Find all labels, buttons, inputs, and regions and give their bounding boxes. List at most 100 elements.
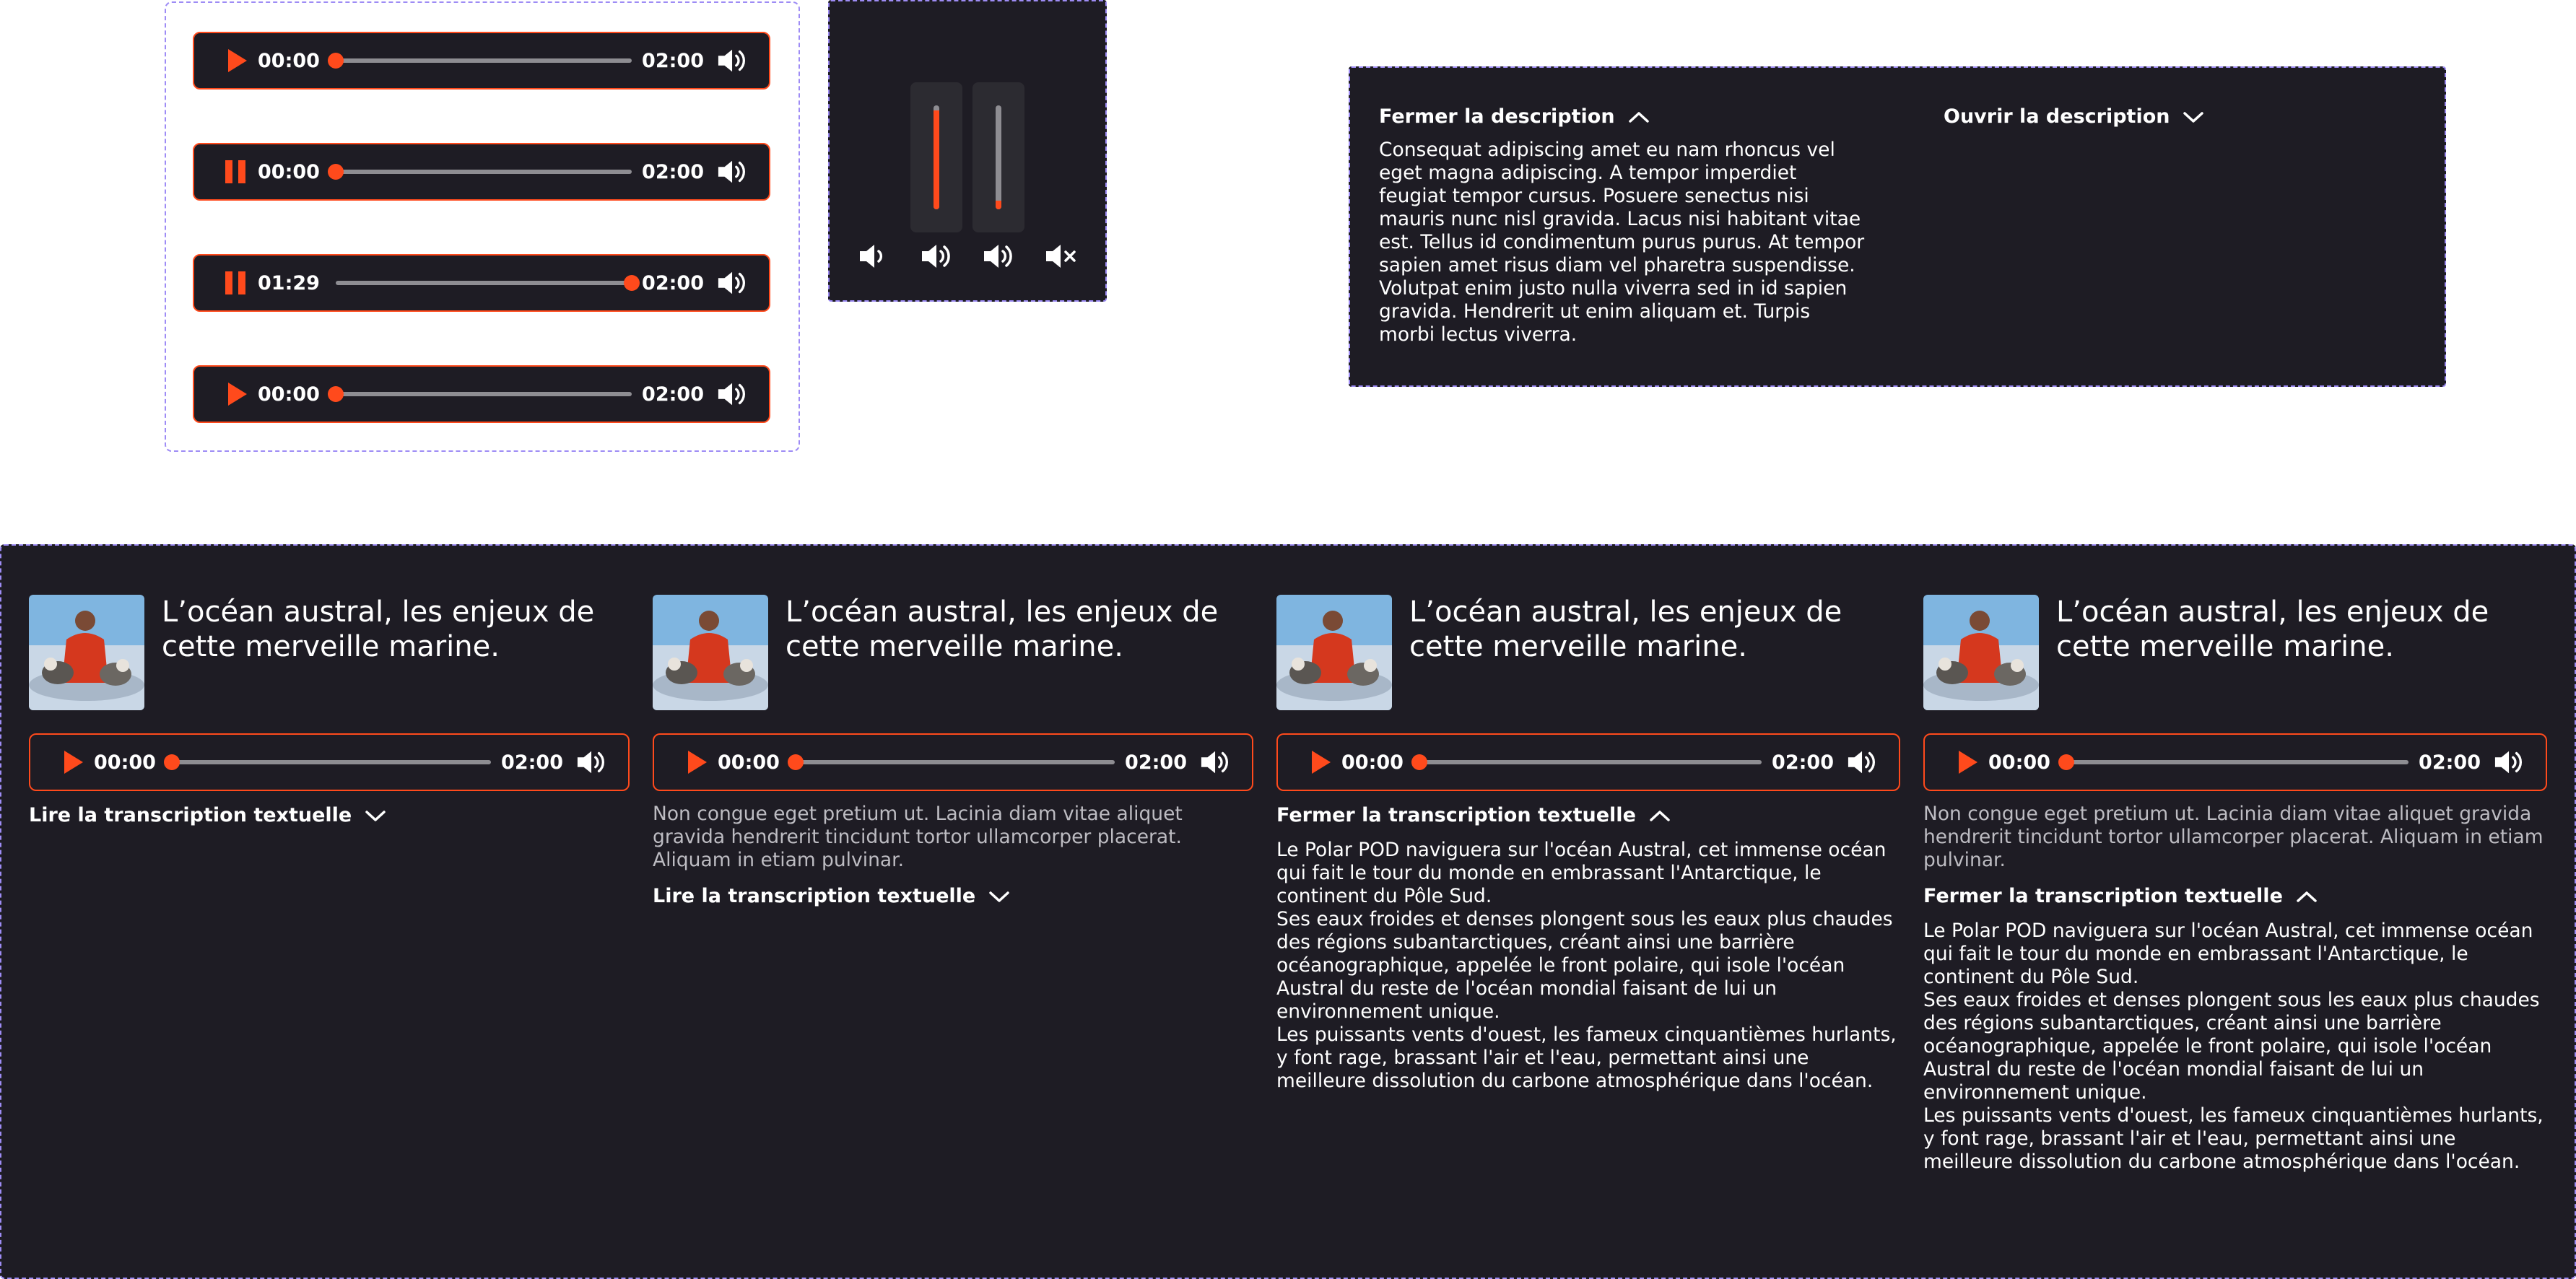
duration: 02:00 bbox=[501, 751, 563, 774]
volume-icon bbox=[717, 157, 749, 186]
seek-bar[interactable] bbox=[327, 53, 632, 69]
pause-icon bbox=[225, 160, 245, 183]
volume-icon bbox=[576, 748, 608, 777]
volume-button[interactable] bbox=[717, 157, 749, 186]
seek-handle[interactable] bbox=[327, 53, 344, 69]
seek-handle[interactable] bbox=[327, 386, 344, 402]
transcript-toggle-button[interactable]: Fermer la transcription textuelle bbox=[1923, 885, 2318, 907]
volume-button[interactable] bbox=[1200, 748, 1232, 777]
volume-button[interactable] bbox=[1847, 748, 1879, 777]
volume-button[interactable] bbox=[717, 269, 749, 297]
seek-bar[interactable] bbox=[163, 754, 492, 770]
transcript-text: Le Polar POD naviguera sur l'océan Austr… bbox=[1923, 920, 2544, 1173]
pause-button[interactable] bbox=[223, 160, 248, 184]
podcast-thumbnail bbox=[1923, 595, 2039, 710]
volume-icon bbox=[1200, 748, 1232, 777]
seek-bar[interactable] bbox=[2058, 754, 2409, 770]
duration: 02:00 bbox=[642, 160, 704, 183]
duration: 02:00 bbox=[1772, 751, 1834, 774]
volume-low-icon[interactable] bbox=[856, 237, 895, 276]
seek-handle[interactable] bbox=[327, 164, 344, 180]
volume-track bbox=[996, 105, 1001, 209]
open-description-label: Ouvrir la description bbox=[1944, 105, 2170, 128]
play-icon bbox=[688, 751, 707, 774]
play-button[interactable] bbox=[1954, 750, 1978, 774]
chevron-down-icon bbox=[365, 810, 386, 821]
audio-player: 00:00 02:00 bbox=[193, 32, 770, 90]
seek-bar[interactable] bbox=[1411, 754, 1762, 770]
volume-button[interactable] bbox=[2494, 748, 2525, 777]
close-description-button[interactable]: Fermer la description bbox=[1379, 105, 1650, 128]
audio-player: 00:00 02:00 bbox=[1276, 733, 1900, 791]
transcript-text: Le Polar POD naviguera sur l'océan Austr… bbox=[1276, 839, 1897, 1092]
chevron-up-icon bbox=[1628, 111, 1649, 123]
audio-player: 01:29 02:00 bbox=[193, 254, 770, 312]
play-icon bbox=[1312, 751, 1331, 774]
volume-mute-icon[interactable] bbox=[1042, 237, 1081, 276]
chevron-down-icon bbox=[989, 891, 1009, 902]
pause-icon bbox=[225, 271, 245, 294]
duration: 02:00 bbox=[642, 49, 704, 72]
duration: 02:00 bbox=[642, 271, 704, 294]
podcast-thumbnail bbox=[1276, 595, 1392, 710]
seek-handle[interactable] bbox=[1411, 754, 1427, 770]
volume-button[interactable] bbox=[576, 748, 608, 777]
volume-slider-low[interactable] bbox=[972, 82, 1024, 232]
podcast-title: L’océan austral, les enjeux de cette mer… bbox=[2056, 595, 2489, 663]
volume-icon bbox=[2494, 748, 2525, 777]
transcript-toggle-label: Fermer la transcription textuelle bbox=[1276, 804, 1636, 826]
current-time: 01:29 bbox=[258, 271, 320, 294]
pause-button[interactable] bbox=[223, 271, 248, 295]
play-button[interactable] bbox=[223, 382, 248, 406]
volume-icon bbox=[717, 380, 749, 409]
volume-icon bbox=[1847, 748, 1879, 777]
volume-medium-icon[interactable] bbox=[918, 237, 957, 276]
play-icon bbox=[1959, 751, 1977, 774]
volume-panel bbox=[828, 0, 1107, 302]
seek-bar[interactable] bbox=[787, 754, 1115, 770]
play-button[interactable] bbox=[223, 48, 248, 73]
seek-bar[interactable] bbox=[327, 386, 632, 402]
transcript-toggle-label: Fermer la transcription textuelle bbox=[1923, 885, 2283, 907]
play-button[interactable] bbox=[683, 750, 708, 774]
audio-player: 00:00 02:00 bbox=[193, 143, 770, 201]
volume-button[interactable] bbox=[717, 46, 749, 75]
audio-player: 00:00 02:00 bbox=[29, 733, 630, 791]
transcript-toggle-label: Lire la transcription textuelle bbox=[29, 804, 352, 826]
volume-button[interactable] bbox=[717, 380, 749, 409]
seek-handle[interactable] bbox=[2058, 754, 2074, 770]
audio-player: 00:00 02:00 bbox=[193, 365, 770, 423]
chevron-down-icon bbox=[2183, 111, 2204, 123]
transcript-toggle-button[interactable]: Fermer la transcription textuelle bbox=[1276, 804, 1671, 826]
play-button[interactable] bbox=[1307, 750, 1331, 774]
description-panel: Fermer la description Consequat adipisci… bbox=[1349, 66, 2446, 387]
transcript-toggle-button[interactable]: Lire la transcription textuelle bbox=[653, 885, 1010, 907]
volume-high-icon[interactable] bbox=[980, 237, 1019, 276]
current-time: 00:00 bbox=[258, 49, 320, 72]
open-description-button[interactable]: Ouvrir la description bbox=[1944, 105, 2204, 128]
transcript-toggle-button[interactable]: Lire la transcription textuelle bbox=[29, 804, 386, 826]
volume-fill bbox=[934, 110, 939, 209]
seek-bar[interactable] bbox=[327, 164, 632, 180]
play-icon bbox=[228, 49, 247, 72]
current-time: 00:00 bbox=[258, 160, 320, 183]
play-button[interactable] bbox=[59, 750, 84, 774]
audio-player: 00:00 02:00 bbox=[653, 733, 1253, 791]
duration: 02:00 bbox=[2419, 751, 2481, 774]
podcast-intro: Non congue eget pretium ut. Lacinia diam… bbox=[1923, 803, 2544, 871]
seek-bar[interactable] bbox=[335, 275, 640, 291]
podcast-title: L’océan austral, les enjeux de cette mer… bbox=[162, 595, 595, 663]
chevron-up-icon bbox=[1650, 810, 1670, 821]
podcast-thumbnail bbox=[29, 595, 144, 710]
description-text: Consequat adipiscing amet eu nam rhoncus… bbox=[1379, 139, 1865, 346]
duration: 02:00 bbox=[642, 383, 704, 406]
duration: 02:00 bbox=[1125, 751, 1187, 774]
chevron-up-icon bbox=[2297, 891, 2317, 902]
podcast-intro: Non congue eget pretium ut. Lacinia diam… bbox=[653, 803, 1183, 871]
seek-handle[interactable] bbox=[163, 754, 180, 770]
seek-handle[interactable] bbox=[787, 754, 804, 770]
close-description-label: Fermer la description bbox=[1379, 105, 1615, 128]
volume-slider-high[interactable] bbox=[910, 82, 962, 232]
seek-handle[interactable] bbox=[624, 275, 640, 291]
transcript-toggle-label: Lire la transcription textuelle bbox=[653, 885, 976, 907]
